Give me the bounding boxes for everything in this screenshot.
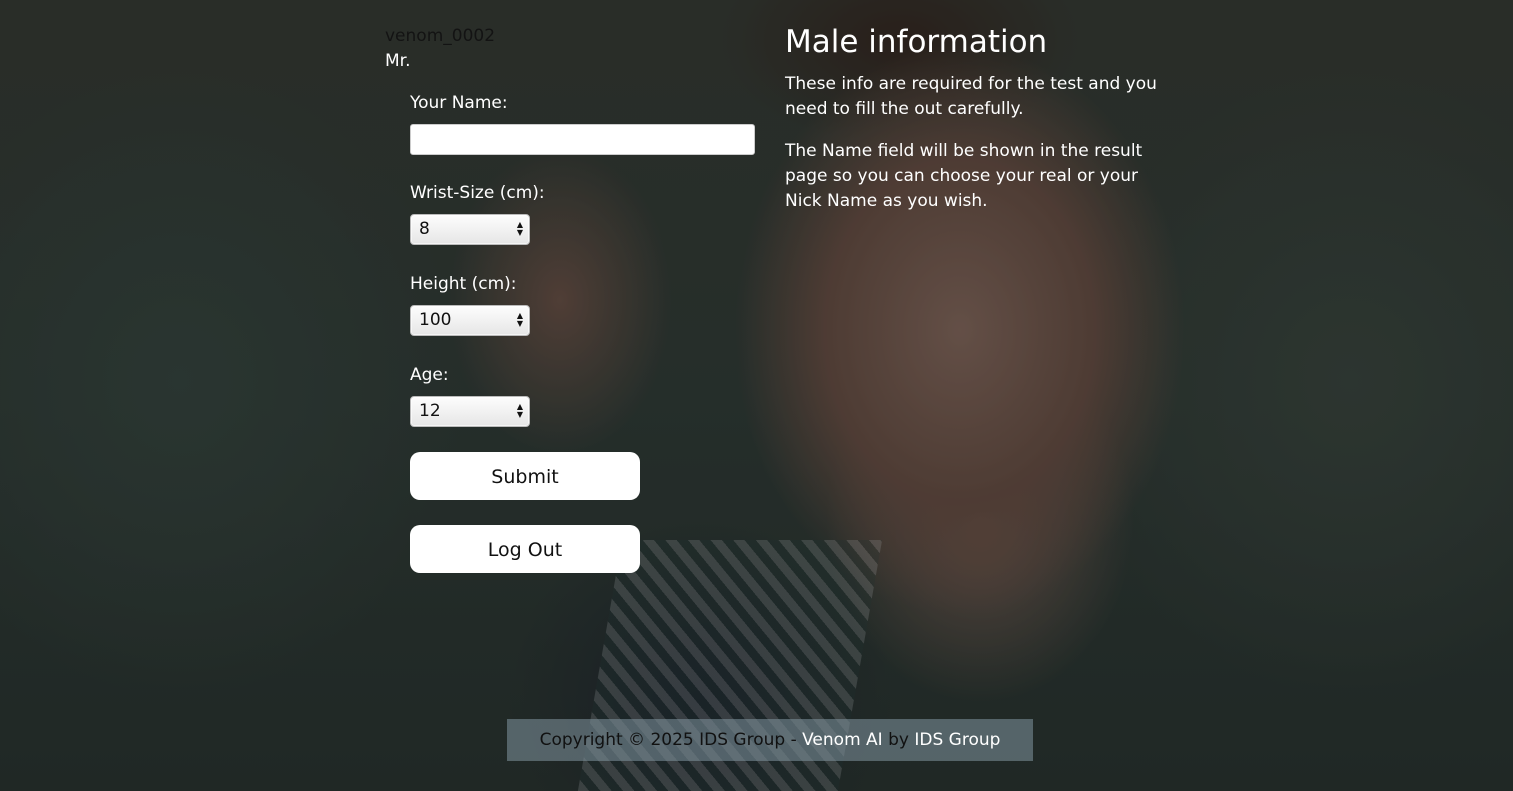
wrist-size-label: Wrist-Size (cm): — [410, 183, 545, 203]
age-field-group: Age: 12 ▲ ▼ — [410, 364, 765, 427]
name-label: Your Name: — [410, 93, 508, 113]
age-label: Age: — [410, 365, 449, 385]
form-column: venom_0002 Mr. Your Name: Wrist-Size (cm… — [385, 24, 765, 573]
height-field-group: Height (cm): 100 ▲ ▼ — [410, 273, 765, 336]
footer: Copyright © 2025 IDS Group - Venom AI by… — [507, 719, 1033, 761]
footer-by: by — [882, 730, 915, 750]
male-info-form: Your Name: Wrist-Size (cm): 8 ▲ ▼ Height … — [410, 92, 765, 573]
logout-button[interactable]: Log Out — [410, 525, 640, 573]
height-value: 100 — [410, 305, 530, 336]
info-paragraph-1: These info are required for the test and… — [785, 74, 1157, 119]
age-value: 12 — [410, 396, 530, 427]
name-field-group: Your Name: — [410, 92, 765, 155]
height-select[interactable]: 100 ▲ ▼ — [410, 305, 530, 336]
info-column: Male information These info are required… — [785, 22, 1160, 231]
submit-button[interactable]: Submit — [410, 452, 640, 500]
info-title: Male information — [785, 24, 1048, 60]
wrist-size-select[interactable]: 8 ▲ ▼ — [410, 214, 530, 245]
form-buttons: Submit Log Out — [410, 452, 765, 573]
page: venom_0002 Mr. Your Name: Wrist-Size (cm… — [0, 0, 1513, 791]
age-select[interactable]: 12 ▲ ▼ — [410, 396, 530, 427]
up-down-arrows-icon: ▲ ▼ — [516, 402, 523, 419]
up-down-arrows-icon: ▲ ▼ — [516, 311, 523, 328]
up-down-arrows-icon: ▲ ▼ — [516, 220, 523, 237]
wrist-size-value: 8 — [410, 214, 530, 245]
username: venom_0002 — [385, 26, 496, 46]
salutation: Mr. — [385, 51, 411, 71]
footer-copyright: Copyright © 2025 IDS Group - — [539, 730, 803, 750]
name-input[interactable] — [410, 124, 755, 155]
footer-product-link[interactable]: Venom AI — [802, 730, 883, 750]
info-paragraph-2: The Name field will be shown in the resu… — [785, 141, 1143, 211]
height-label: Height (cm): — [410, 274, 517, 294]
footer-company-link[interactable]: IDS Group — [914, 730, 1000, 750]
wrist-field-group: Wrist-Size (cm): 8 ▲ ▼ — [410, 182, 765, 245]
